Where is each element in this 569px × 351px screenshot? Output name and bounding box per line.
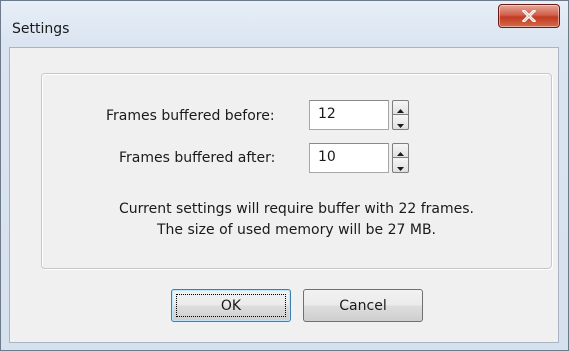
title-bar[interactable]: Settings: [1, 1, 568, 47]
cancel-button-label: Cancel: [339, 297, 387, 314]
frames-before-down-button[interactable]: [392, 115, 409, 130]
window-title: Settings: [12, 21, 70, 37]
settings-group-box: Frames buffered before: 12 Frames buffer…: [41, 73, 552, 269]
frames-before-label: Frames buffered before:: [106, 108, 275, 124]
frames-after-down-button[interactable]: [392, 158, 409, 173]
frames-after-input[interactable]: 10: [309, 143, 389, 173]
close-icon: [499, 5, 559, 27]
ok-button[interactable]: OK: [171, 289, 291, 322]
close-button[interactable]: [498, 4, 560, 28]
frames-after-label: Frames buffered after:: [119, 150, 276, 166]
frames-after-spinner: [392, 143, 409, 173]
dialog-body: Frames buffered before: 12 Frames buffer…: [9, 47, 559, 343]
arrow-down-icon: [397, 113, 404, 132]
cancel-button[interactable]: Cancel: [303, 289, 423, 322]
settings-dialog: Settings Frames buffered before: 12 Fram…: [0, 0, 569, 351]
ok-button-label: OK: [220, 297, 242, 314]
buffer-frames-info: Current settings will require buffer wit…: [118, 201, 474, 217]
arrow-down-icon: [397, 156, 404, 175]
frames-before-spinner: [392, 100, 409, 130]
frames-before-input[interactable]: 12: [309, 100, 389, 130]
memory-size-info: The size of used memory will be 27 MB.: [156, 222, 436, 238]
